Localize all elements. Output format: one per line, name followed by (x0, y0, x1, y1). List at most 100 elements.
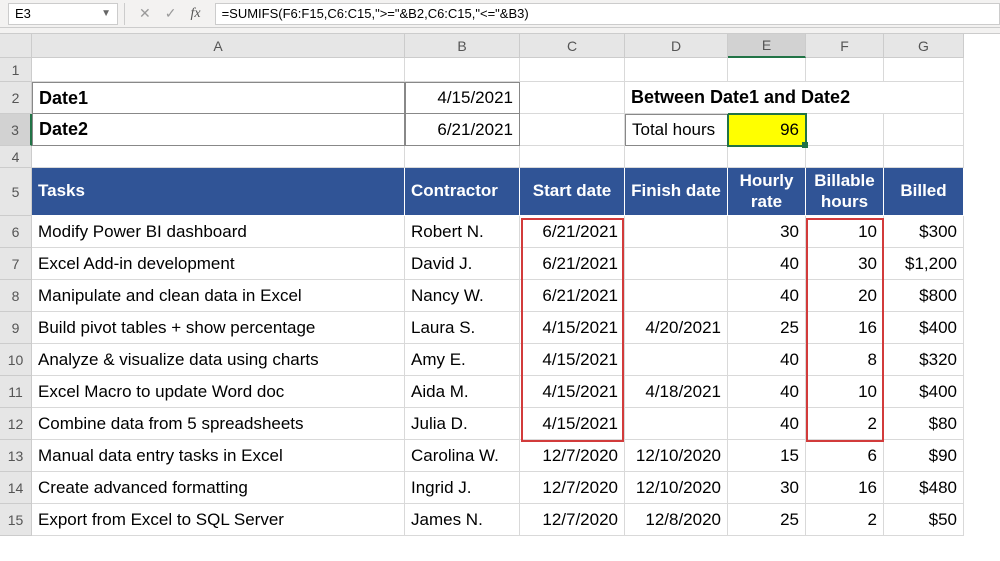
col-head-e[interactable]: E (728, 34, 806, 58)
cell-rate[interactable]: 40 (728, 248, 806, 280)
cell-start[interactable]: 12/7/2020 (520, 472, 625, 504)
cell-c3[interactable] (520, 114, 625, 146)
cell-task[interactable]: Create advanced formatting (32, 472, 405, 504)
cell-contractor[interactable]: Laura S. (405, 312, 520, 344)
cell-g2[interactable] (884, 82, 964, 114)
cell-b2[interactable]: 4/15/2021 (405, 82, 520, 114)
cell-a3[interactable]: Date2 (32, 114, 405, 146)
cell-c1[interactable] (520, 58, 625, 82)
cell-billed[interactable]: $90 (884, 440, 964, 472)
fx-icon[interactable]: fx (190, 6, 200, 22)
cell-task[interactable]: Analyze & visualize data using charts (32, 344, 405, 376)
cell-finish[interactable] (625, 216, 728, 248)
cell-contractor[interactable]: Carolina W. (405, 440, 520, 472)
header-hours[interactable]: Billable hours (806, 168, 884, 216)
row-head-5[interactable]: 5 (0, 168, 32, 216)
header-tasks[interactable]: Tasks (32, 168, 405, 216)
row-head-11[interactable]: 11 (0, 376, 32, 408)
cell-d3[interactable]: Total hours (625, 114, 728, 146)
formula-input[interactable]: =SUMIFS(F6:F15,C6:C15,">="&B2,C6:C15,"<=… (215, 3, 1000, 25)
cell-start[interactable]: 6/21/2021 (520, 248, 625, 280)
cell-task[interactable]: Combine data from 5 spreadsheets (32, 408, 405, 440)
cell-d1[interactable] (625, 58, 728, 82)
cell-contractor[interactable]: Ingrid J. (405, 472, 520, 504)
cell-task[interactable]: Manual data entry tasks in Excel (32, 440, 405, 472)
cell-finish[interactable] (625, 280, 728, 312)
cell-contractor[interactable]: Julia D. (405, 408, 520, 440)
cell-hours[interactable]: 6 (806, 440, 884, 472)
cell-finish[interactable] (625, 344, 728, 376)
cell-start[interactable]: 4/15/2021 (520, 408, 625, 440)
cell-b3[interactable]: 6/21/2021 (405, 114, 520, 146)
cell-start[interactable]: 4/15/2021 (520, 344, 625, 376)
cell-a2[interactable]: Date1 (32, 82, 405, 114)
col-head-d[interactable]: D (625, 34, 728, 58)
cell-start[interactable]: 6/21/2021 (520, 216, 625, 248)
cell-task[interactable]: Export from Excel to SQL Server (32, 504, 405, 536)
cell-e3[interactable]: 96 (728, 114, 806, 146)
cell-finish[interactable]: 12/10/2020 (625, 472, 728, 504)
select-all-corner[interactable] (0, 34, 32, 58)
row-head-14[interactable]: 14 (0, 472, 32, 504)
cell-task[interactable]: Modify Power BI dashboard (32, 216, 405, 248)
header-rate[interactable]: Hourly rate (728, 168, 806, 216)
header-billed[interactable]: Billed (884, 168, 964, 216)
col-head-b[interactable]: B (405, 34, 520, 58)
cell-billed[interactable]: $400 (884, 376, 964, 408)
cell-finish[interactable] (625, 248, 728, 280)
cell-task[interactable]: Excel Add-in development (32, 248, 405, 280)
cell-b1[interactable] (405, 58, 520, 82)
cell-d4[interactable] (625, 146, 728, 168)
col-head-f[interactable]: F (806, 34, 884, 58)
cell-task[interactable]: Excel Macro to update Word doc (32, 376, 405, 408)
cancel-icon[interactable]: ✕ (139, 5, 151, 22)
chevron-down-icon[interactable]: ▼ (101, 8, 111, 19)
cell-finish[interactable]: 12/10/2020 (625, 440, 728, 472)
cell-hours[interactable]: 20 (806, 280, 884, 312)
cell-g3[interactable] (884, 114, 964, 146)
cell-contractor[interactable]: Robert N. (405, 216, 520, 248)
cell-billed[interactable]: $480 (884, 472, 964, 504)
cell-billed[interactable]: $800 (884, 280, 964, 312)
cell-f1[interactable] (806, 58, 884, 82)
row-head-13[interactable]: 13 (0, 440, 32, 472)
col-head-c[interactable]: C (520, 34, 625, 58)
cell-e1[interactable] (728, 58, 806, 82)
cell-d2[interactable]: Between Date1 and Date2 (625, 82, 728, 114)
cell-rate[interactable]: 30 (728, 216, 806, 248)
cell-hours[interactable]: 30 (806, 248, 884, 280)
row-head-1[interactable]: 1 (0, 58, 32, 82)
cell-task[interactable]: Manipulate and clean data in Excel (32, 280, 405, 312)
name-box[interactable]: E3 ▼ (8, 3, 118, 25)
cell-a4[interactable] (32, 146, 405, 168)
cell-f4[interactable] (806, 146, 884, 168)
row-head-7[interactable]: 7 (0, 248, 32, 280)
enter-icon[interactable]: ✓ (165, 5, 177, 22)
cell-billed[interactable]: $400 (884, 312, 964, 344)
cell-hours[interactable]: 10 (806, 376, 884, 408)
cell-rate[interactable]: 40 (728, 408, 806, 440)
cell-billed[interactable]: $1,200 (884, 248, 964, 280)
row-head-15[interactable]: 15 (0, 504, 32, 536)
cell-e4[interactable] (728, 146, 806, 168)
cell-rate[interactable]: 30 (728, 472, 806, 504)
cell-start[interactable]: 12/7/2020 (520, 440, 625, 472)
cell-c2[interactable] (520, 82, 625, 114)
cell-contractor[interactable]: Aida M. (405, 376, 520, 408)
cell-billed[interactable]: $300 (884, 216, 964, 248)
cell-billed[interactable]: $320 (884, 344, 964, 376)
row-head-3[interactable]: 3 (0, 114, 32, 146)
row-head-8[interactable]: 8 (0, 280, 32, 312)
cell-rate[interactable]: 25 (728, 504, 806, 536)
cell-billed[interactable]: $50 (884, 504, 964, 536)
spreadsheet-grid[interactable]: A B C D E F G 1 2 Date1 4/15/2021 Betwee… (0, 34, 1000, 536)
row-head-12[interactable]: 12 (0, 408, 32, 440)
row-head-4[interactable]: 4 (0, 146, 32, 168)
cell-rate[interactable]: 40 (728, 376, 806, 408)
cell-start[interactable]: 4/15/2021 (520, 312, 625, 344)
cell-g4[interactable] (884, 146, 964, 168)
cell-b4[interactable] (405, 146, 520, 168)
header-finish[interactable]: Finish date (625, 168, 728, 216)
cell-a1[interactable] (32, 58, 405, 82)
cell-contractor[interactable]: Nancy W. (405, 280, 520, 312)
